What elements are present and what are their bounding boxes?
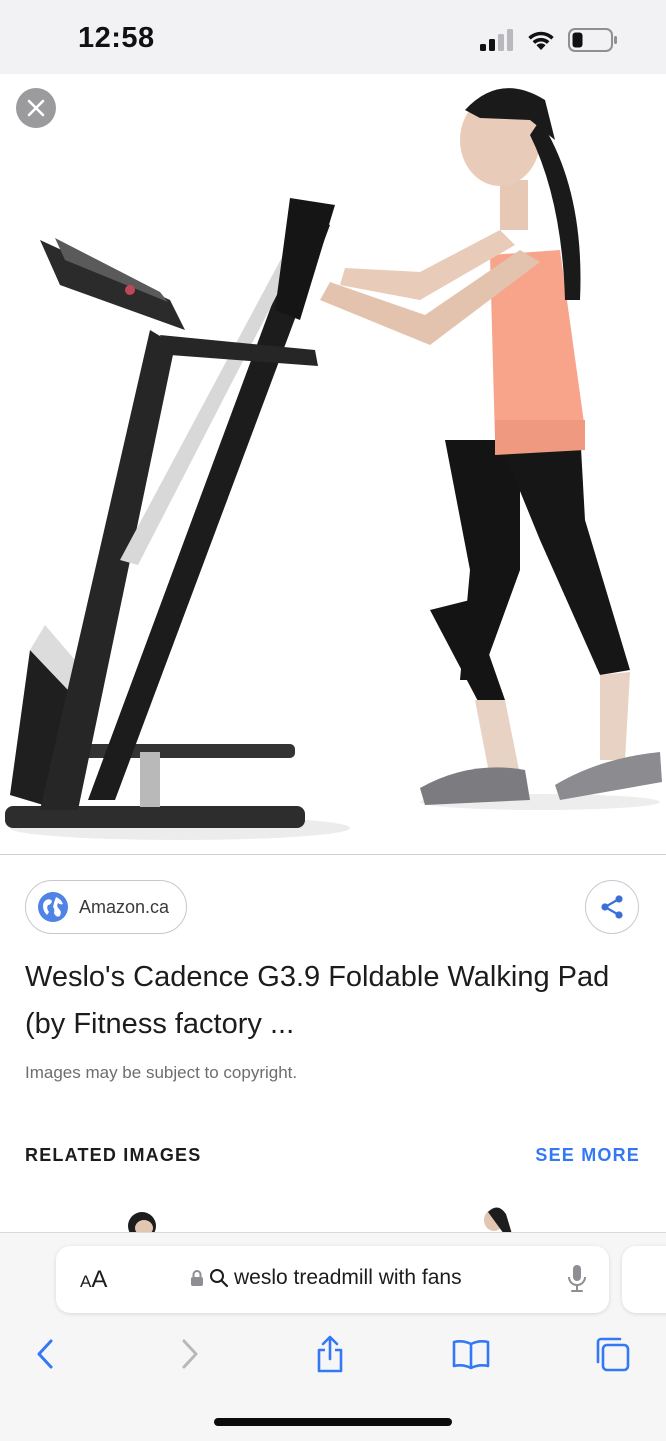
- related-thumbnail-image: [128, 1212, 156, 1234]
- bookmarks-icon: [452, 1340, 490, 1370]
- globe-icon: [38, 892, 68, 922]
- back-button[interactable]: [23, 1332, 67, 1376]
- back-icon: [37, 1339, 53, 1369]
- next-tab-address-bar[interactable]: [622, 1246, 666, 1313]
- share-button[interactable]: [585, 880, 639, 934]
- status-time: 12:58: [78, 22, 155, 54]
- share-icon: [601, 895, 623, 919]
- related-thumbnail-image: [484, 1207, 512, 1234]
- tabs-icon: [596, 1337, 630, 1372]
- share-icon: [317, 1335, 343, 1373]
- forward-button[interactable]: [168, 1332, 212, 1376]
- home-indicator: [214, 1418, 452, 1426]
- status-bar: 12:58: [0, 0, 666, 74]
- search-query: weslo treadmill with fans: [234, 1266, 462, 1289]
- close-button[interactable]: [16, 88, 56, 128]
- address-bar[interactable]: AA weslo treadmill with fans: [56, 1246, 609, 1313]
- reader-settings-button[interactable]: AA: [80, 1266, 107, 1294]
- cellular-signal-icon: [480, 29, 513, 51]
- treadmill-photo: [5, 88, 662, 840]
- result-image[interactable]: [0, 74, 666, 854]
- divider: [0, 854, 666, 855]
- battery-icon: [568, 28, 617, 52]
- wifi-icon: [528, 31, 554, 50]
- source-link[interactable]: Amazon.ca: [25, 880, 187, 934]
- close-icon: [27, 99, 45, 117]
- result-title[interactable]: Weslo's Cadence G3.9 Foldable Walking Pa…: [25, 954, 625, 1048]
- search-icon: [210, 1269, 229, 1288]
- related-thumbnail[interactable]: [122, 1200, 162, 1234]
- bookmarks-button[interactable]: [449, 1332, 493, 1376]
- share-page-button[interactable]: [308, 1332, 352, 1376]
- forward-icon: [182, 1339, 198, 1369]
- tabs-button[interactable]: [590, 1332, 634, 1376]
- address-content: weslo treadmill with fans: [190, 1266, 462, 1290]
- status-icons: [480, 26, 618, 54]
- related-thumbnail[interactable]: [478, 1200, 518, 1234]
- copyright-note: Images may be subject to copyright.: [25, 1063, 298, 1082]
- microphone-icon[interactable]: [567, 1264, 587, 1294]
- related-images-heading: RELATED IMAGES: [25, 1145, 202, 1165]
- see-more-link[interactable]: SEE MORE: [535, 1145, 640, 1166]
- lock-icon: [191, 1270, 203, 1286]
- source-label: Amazon.ca: [79, 896, 170, 917]
